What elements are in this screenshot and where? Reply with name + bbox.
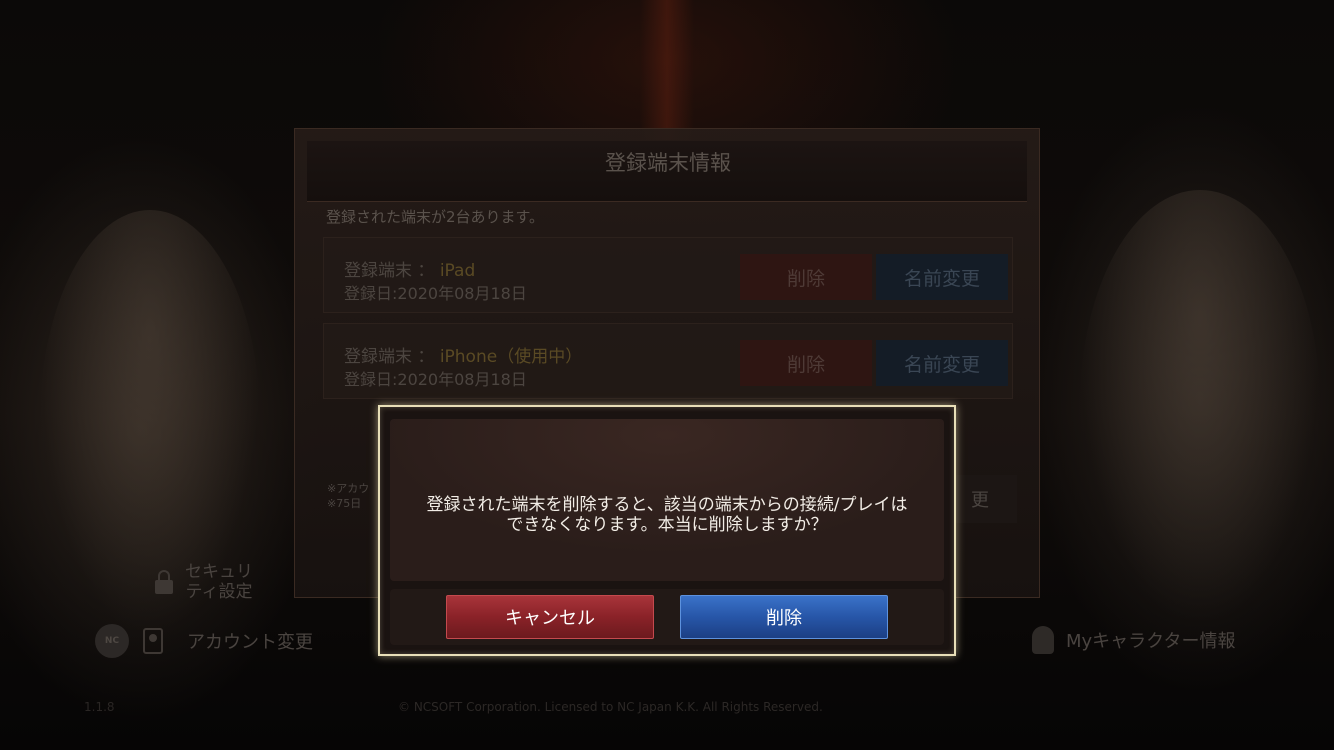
delete-button[interactable]: 削除 bbox=[680, 595, 888, 639]
version-text: 1.1.8 bbox=[84, 700, 115, 714]
device-rename-button[interactable]: 名前変更 bbox=[876, 340, 1008, 386]
background-sword-art bbox=[640, 0, 694, 140]
confirm-message-line-2: できなくなります。本当に削除しますか？ bbox=[506, 515, 828, 535]
device-row: 登録端末 ： iPhone（使用中） 登録日:2020年08月18日 削除 名前… bbox=[323, 323, 1013, 399]
account-change-menu-item[interactable]: NC アカウント変更 bbox=[95, 624, 313, 658]
confirm-message-box: 登録された端末を削除すると、該当の端末からの接続/プレイは できなくなります。本… bbox=[390, 419, 944, 581]
confirm-message: 登録された端末を削除すると、該当の端末からの接続/プレイは できなくなります。本… bbox=[390, 495, 944, 535]
device-registration-date: 登録日:2020年08月18日 bbox=[344, 284, 527, 303]
device-label: 登録端末 ： bbox=[344, 347, 435, 367]
device-name: iPhone（使用中） bbox=[439, 347, 583, 367]
device-change-button[interactable]: 更 bbox=[947, 475, 1017, 523]
contact-card-icon bbox=[143, 628, 163, 654]
device-note: ※アカウ ※75日 bbox=[327, 481, 369, 511]
copyright-text: © NCSOFT Corporation. Licensed to NC Jap… bbox=[398, 700, 823, 714]
account-change-label: アカウント変更 bbox=[187, 632, 313, 653]
confirm-message-line-1: 登録された端末を削除すると、該当の端末からの接続/プレイは bbox=[426, 495, 908, 515]
device-count-text: 登録された端末が2台あります。 bbox=[326, 208, 545, 226]
device-registration-date: 登録日:2020年08月18日 bbox=[344, 370, 527, 389]
ncsoft-logo: NC bbox=[95, 624, 129, 658]
device-rename-button[interactable]: 名前変更 bbox=[876, 254, 1008, 300]
cancel-button[interactable]: キャンセル bbox=[446, 595, 654, 639]
security-settings-label: セキュリティ設定 bbox=[185, 562, 253, 602]
delete-confirm-dialog: 登録された端末を削除すると、該当の端末からの接続/プレイは できなくなります。本… bbox=[378, 405, 956, 656]
confirm-button-bar: キャンセル 削除 bbox=[390, 589, 944, 645]
security-settings-menu-item[interactable]: セキュリティ設定 bbox=[155, 562, 255, 602]
device-note-line: ※アカウ bbox=[327, 482, 370, 495]
my-character-menu-item[interactable]: Myキャラクター情報 bbox=[1032, 626, 1235, 654]
device-label: 登録端末 ： bbox=[344, 261, 435, 281]
my-character-label: Myキャラクター情報 bbox=[1066, 631, 1236, 652]
device-note-line: ※75日 bbox=[327, 497, 362, 510]
device-delete-button[interactable]: 削除 bbox=[740, 340, 872, 386]
panel-title: 登録端末情報 bbox=[605, 151, 731, 175]
lock-icon bbox=[155, 570, 173, 594]
device-name: iPad bbox=[439, 261, 476, 281]
background-character-right bbox=[1080, 190, 1320, 620]
device-delete-button[interactable]: 削除 bbox=[740, 254, 872, 300]
device-row: 登録端末 ： iPad 登録日:2020年08月18日 削除 名前変更 bbox=[323, 237, 1013, 313]
game-screen: セキュリティ設定 NC アカウント変更 Myキャラクター情報 1.1.8 © N… bbox=[0, 0, 1334, 750]
character-icon bbox=[1032, 626, 1054, 654]
